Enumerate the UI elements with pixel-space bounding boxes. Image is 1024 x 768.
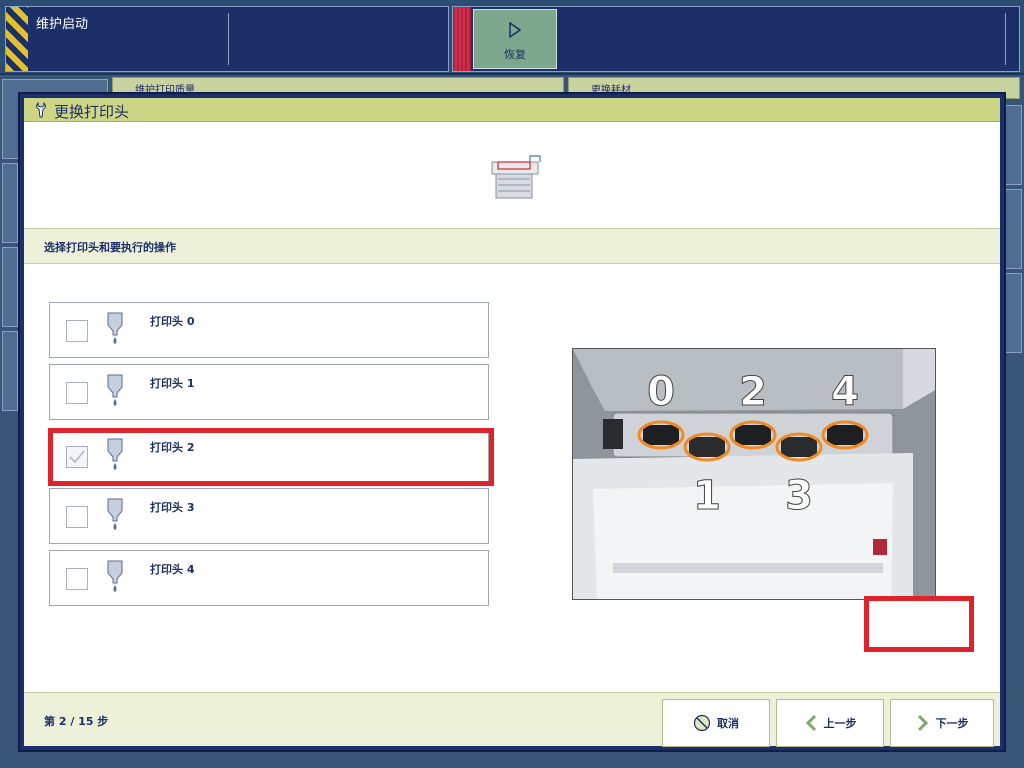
status-panel: 维护启动 (5, 6, 449, 72)
error-strip (453, 7, 471, 71)
dialog-header: 更换打印头 (24, 98, 1000, 122)
bg-side-tile (2, 163, 18, 243)
printhead-4-label: 打印头 4 (150, 563, 195, 576)
printhead-icon (107, 560, 123, 592)
divider (228, 13, 229, 65)
cancel-button[interactable]: 取消 (662, 699, 770, 747)
top-status-bar: 维护启动 恢复 (0, 0, 1024, 75)
resume-button[interactable]: 恢复 (473, 9, 557, 69)
instruction-text: 选择打印头和要执行的操作 (44, 241, 176, 254)
printhead-icon (107, 374, 123, 406)
printhead-1-label: 打印头 1 (150, 377, 195, 390)
printhead-3-label: 打印头 3 (150, 501, 195, 514)
dialog-body: 更换打印头 选择打印头和要执行的操作 打印头 0 打印头 1 打印头 2 打印头… (24, 98, 1000, 747)
cancel-icon (693, 714, 711, 732)
printhead-3-checkbox[interactable] (66, 506, 88, 528)
printhead-option-4[interactable]: 打印头 4 (49, 550, 489, 606)
printhead-location-photo: 0 2 4 1 3 (572, 348, 936, 600)
printer-carriage-illustration: 0 2 4 1 3 (573, 349, 935, 599)
printhead-0-checkbox[interactable] (66, 320, 88, 342)
dialog-title: 更换打印头 (54, 103, 130, 121)
divider (1005, 13, 1006, 65)
bg-side-tile (1004, 273, 1022, 353)
chevron-left-icon (805, 714, 816, 732)
photo-number-0: 0 (647, 369, 675, 415)
previous-button[interactable]: 上一步 (776, 699, 884, 747)
photo-number-3: 3 (785, 473, 813, 519)
dialog-footer: 第 2 / 15 步 取消 上一步 下一步 (24, 692, 1000, 747)
next-button[interactable]: 下一步 (890, 699, 994, 747)
printhead-1-checkbox[interactable] (66, 382, 88, 404)
photo-number-1: 1 (693, 473, 721, 519)
photo-number-2: 2 (739, 369, 767, 415)
bg-side-tile (1004, 189, 1022, 269)
bg-side-tile (1004, 105, 1022, 185)
next-label: 下一步 (935, 717, 969, 730)
printhead-0-label: 打印头 0 (150, 315, 195, 328)
bg-side-tile (2, 247, 18, 327)
cancel-label: 取消 (717, 717, 739, 730)
next-button-highlight (864, 596, 974, 652)
printer-icon (491, 155, 541, 199)
previous-label: 上一步 (823, 717, 857, 730)
play-icon (509, 21, 522, 39)
replace-printhead-dialog: 更换打印头 选择打印头和要执行的操作 打印头 0 打印头 1 打印头 2 打印头… (18, 92, 1006, 752)
instruction-bar: 选择打印头和要执行的操作 (24, 228, 1000, 264)
selection-highlight (48, 428, 494, 486)
bg-side-tile (2, 331, 18, 411)
status-text: 维护启动 (36, 17, 89, 32)
printhead-option-3[interactable]: 打印头 3 (49, 488, 489, 544)
photo-number-4: 4 (831, 369, 859, 415)
resume-label: 恢复 (504, 48, 526, 61)
printhead-4-checkbox[interactable] (66, 568, 88, 590)
chevron-right-icon (917, 714, 928, 732)
printhead-icon (107, 312, 123, 344)
printhead-option-1[interactable]: 打印头 1 (49, 364, 489, 420)
hazard-stripes (6, 7, 28, 71)
job-panel: 恢复 (452, 6, 1020, 72)
wrench-icon (36, 102, 46, 118)
printhead-option-0[interactable]: 打印头 0 (49, 302, 489, 358)
step-indicator: 第 2 / 15 步 (44, 715, 109, 728)
printhead-icon (107, 498, 123, 530)
